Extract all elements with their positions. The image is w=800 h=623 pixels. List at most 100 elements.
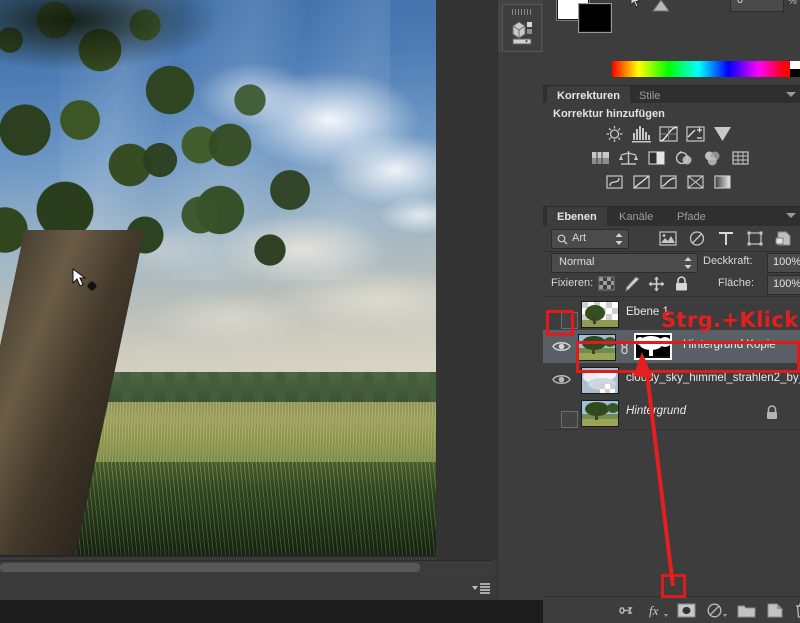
vibrance-icon[interactable] — [712, 125, 733, 143]
layer-visibility-ebene-1[interactable] — [551, 303, 578, 329]
fill-input[interactable]: 100% — [767, 275, 800, 295]
dock-3d-panel-button[interactable] — [502, 4, 542, 52]
collapsed-panel-dock — [497, 0, 545, 600]
gradient-stop-icon[interactable] — [651, 0, 671, 13]
layer-thumbnail-hintergrund-kopie[interactable] — [578, 334, 616, 361]
delete-layer-icon[interactable] — [794, 602, 800, 619]
hue-saturation-icon[interactable] — [590, 149, 611, 167]
posterize-icon[interactable] — [631, 173, 652, 191]
filter-pixel-icon[interactable] — [659, 230, 677, 247]
blend-mode-value: Normal — [559, 256, 595, 268]
color-spectrum-ramp[interactable] — [612, 61, 800, 77]
threshold-icon[interactable] — [658, 173, 679, 191]
horizontal-scrollbar[interactable] — [0, 560, 492, 574]
blend-mode-select[interactable]: Normal — [551, 253, 698, 273]
layer-thumbnail-ebene-1[interactable] — [581, 301, 619, 328]
lock-transparency-icon[interactable] — [598, 276, 615, 292]
layer-row-hintergrund-kopie[interactable]: Hintergrund Kopie — [543, 330, 800, 364]
layers-panel: Art Normal Deckkraft: 100% Fixieren: Flä… — [543, 226, 800, 623]
filter-type-icon[interactable] — [717, 230, 735, 247]
dock-grip[interactable] — [512, 9, 532, 15]
filter-shape-icon[interactable] — [746, 230, 764, 247]
brightness-contrast-icon[interactable] — [604, 125, 625, 143]
layer-visibility-hintergrund[interactable] — [551, 402, 578, 428]
layer-thumbnail-hintergrund[interactable] — [581, 400, 619, 427]
invert-icon[interactable] — [604, 173, 625, 191]
workspace-gap — [436, 0, 497, 560]
opacity-input[interactable]: 100% — [767, 253, 800, 273]
layers-tabbar: Ebenen Kanäle Pfade — [543, 206, 800, 227]
layer-row-cloudy-sky[interactable]: cloudy_sky_himmel_strahlen2_by_... — [543, 363, 800, 397]
photoshop-window: 0 % Korrekturen Stile Korrektur hinzufüg… — [0, 0, 800, 623]
lock-image-icon[interactable] — [623, 276, 640, 292]
mask-selected-border — [634, 333, 672, 360]
black-white-icon[interactable] — [646, 149, 667, 167]
opacity-percent-value: 0 — [737, 0, 744, 6]
canvas-image[interactable] — [0, 0, 436, 555]
color-balance-icon[interactable] — [618, 149, 639, 167]
opacity-value: 100% — [773, 256, 800, 268]
blend-mode-bar: Normal Deckkraft: 100% — [543, 251, 800, 273]
new-group-icon[interactable] — [737, 602, 756, 619]
channel-mixer-icon[interactable] — [702, 149, 723, 167]
chevron-updown-icon[interactable] — [684, 257, 692, 269]
visibility-off-box[interactable] — [561, 411, 578, 428]
layer-thumbnail-cloudy-sky[interactable] — [581, 367, 619, 394]
color-panel: 0 % — [543, 0, 800, 85]
filter-smartobject-icon[interactable] — [775, 230, 793, 247]
visibility-off-box[interactable] — [561, 312, 578, 329]
tab-ebenen[interactable]: Ebenen — [547, 207, 607, 227]
exposure-icon[interactable] — [685, 125, 706, 143]
lock-all-icon[interactable] — [673, 276, 690, 292]
spectrum-white-swatch[interactable] — [790, 61, 800, 69]
layers-panel-menu-icon[interactable] — [786, 213, 796, 218]
layer-name-hintergrund-kopie[interactable]: Hintergrund Kopie — [683, 339, 776, 351]
gradient-map-icon[interactable] — [712, 173, 733, 191]
photo-filter-icon[interactable] — [674, 149, 695, 167]
panel-menu-icon[interactable] — [471, 582, 491, 596]
3d-cube-icon[interactable] — [511, 18, 533, 45]
link-mask-icon[interactable] — [619, 340, 630, 355]
adjustments-title: Korrektur hinzufügen — [553, 108, 665, 120]
levels-icon[interactable] — [631, 125, 652, 143]
chevron-updown-icon[interactable] — [615, 233, 623, 245]
curves-icon[interactable] — [658, 125, 679, 143]
dock-strip-body — [498, 52, 544, 600]
scrollbar-thumb[interactable] — [0, 563, 420, 572]
layer-visibility-cloudy-sky[interactable] — [551, 369, 572, 390]
layer-name-cloudy-sky[interactable]: cloudy_sky_himmel_strahlen2_by_... — [626, 372, 800, 384]
layer-row-ebene-1[interactable]: Ebene 1 — [543, 297, 800, 331]
lock-position-icon[interactable] — [648, 276, 665, 292]
tab-kanaele[interactable]: Kanäle — [609, 207, 663, 227]
spectrum-black-swatch[interactable] — [790, 69, 800, 77]
background-color-swatch[interactable] — [579, 4, 611, 32]
layer-row-hintergrund[interactable]: Hintergrund — [543, 396, 800, 430]
new-layer-icon[interactable] — [766, 602, 784, 619]
filter-adjustment-icon[interactable] — [688, 230, 706, 247]
layer-filter-label: Art — [572, 232, 587, 244]
opacity-percent-field[interactable]: 0 — [730, 0, 784, 12]
fill-value: 100% — [773, 278, 800, 290]
adjustments-row-1 — [543, 125, 800, 147]
adjustments-panel-menu-icon[interactable] — [786, 92, 796, 97]
adjustments-row-2 — [543, 149, 800, 171]
color-lookup-icon[interactable] — [730, 149, 751, 167]
layer-style-fx-icon[interactable]: fx — [648, 602, 668, 619]
layer-name-hintergrund[interactable]: Hintergrund — [626, 405, 686, 417]
layers-bottom-toolbar: fx — [543, 596, 800, 623]
layer-visibility-hintergrund-kopie[interactable] — [551, 336, 572, 357]
document-canvas[interactable] — [0, 0, 436, 557]
tab-pfade[interactable]: Pfade — [667, 207, 716, 227]
new-fill-adjustment-icon[interactable] — [706, 602, 727, 619]
add-layer-mask-icon[interactable] — [677, 602, 696, 619]
lock-icon — [767, 405, 777, 419]
selective-color-icon[interactable] — [685, 173, 706, 191]
layer-filter-type-select[interactable]: Art — [551, 229, 629, 249]
link-layers-icon[interactable] — [617, 602, 635, 619]
opacity-label: Deckkraft: — [703, 255, 753, 267]
lock-label: Fixieren: — [551, 277, 594, 289]
percent-unit-label: % — [788, 0, 797, 7]
layer-name-ebene-1[interactable]: Ebene 1 — [626, 306, 669, 318]
search-icon — [557, 234, 568, 245]
fill-label: Fläche: — [718, 277, 755, 289]
